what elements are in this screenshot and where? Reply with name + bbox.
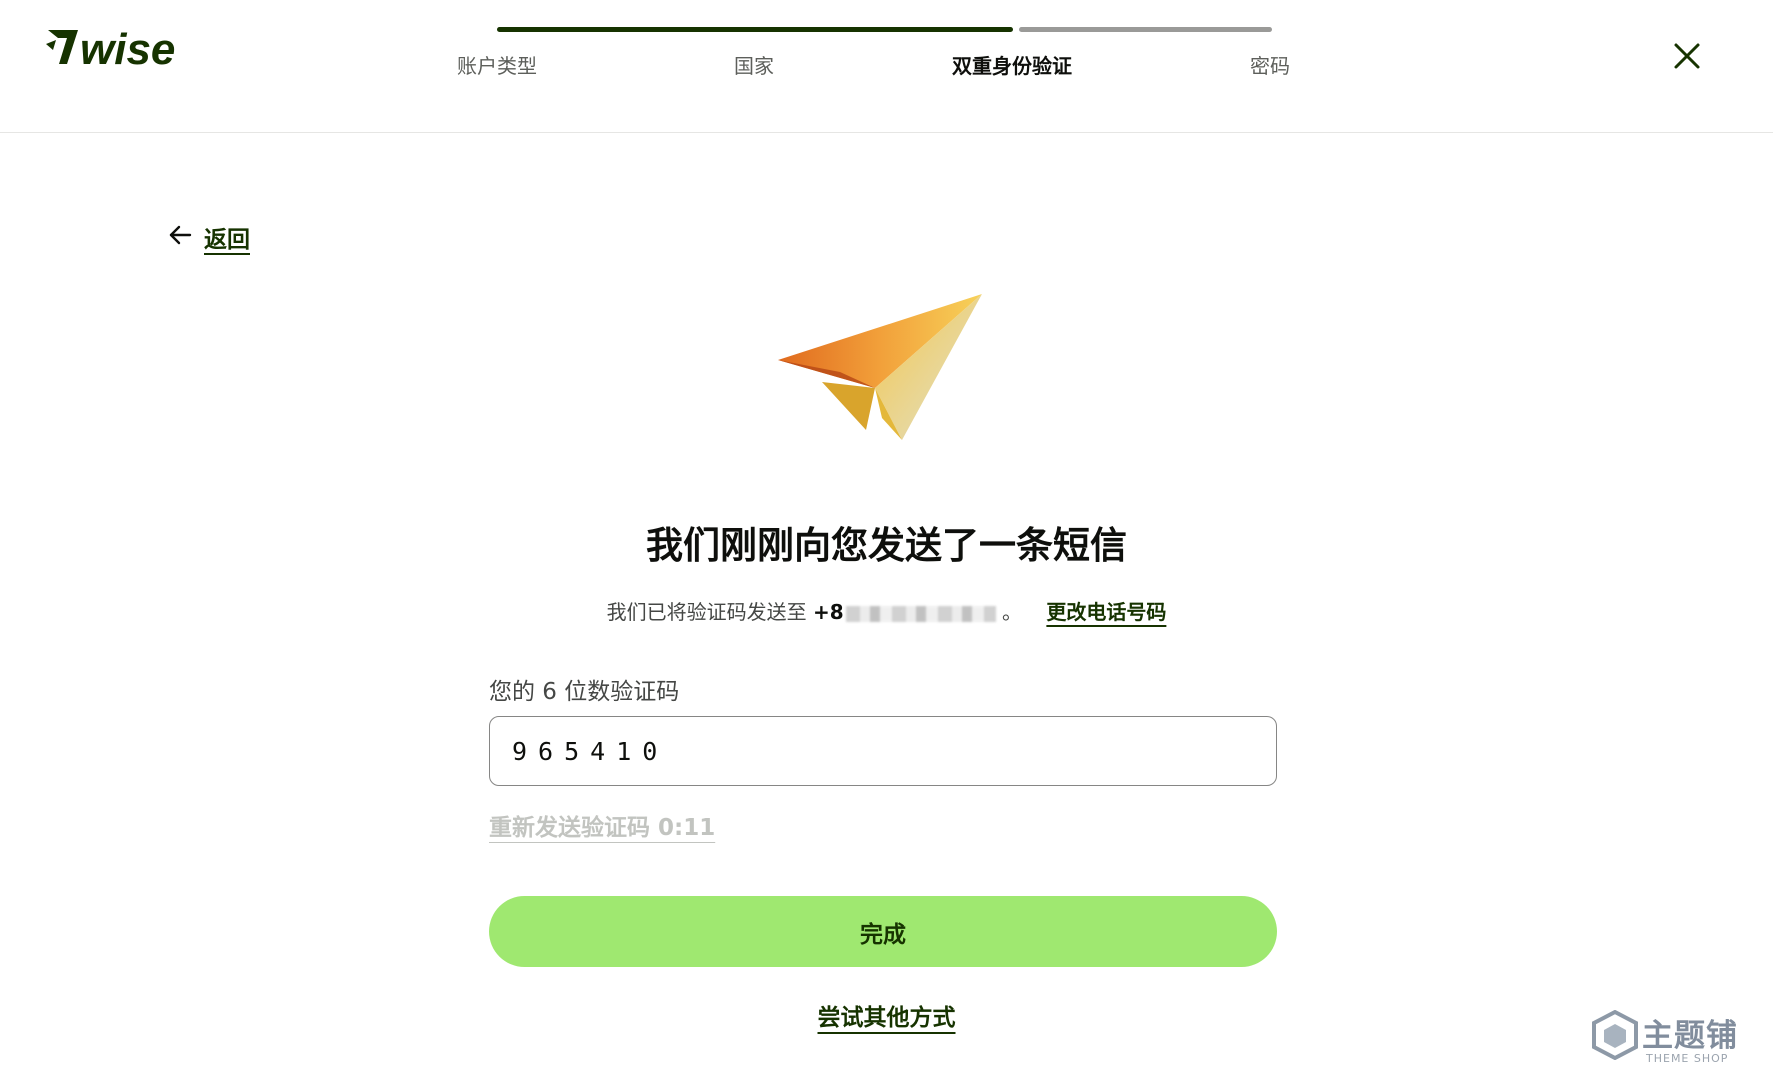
progress-bar	[497, 27, 1272, 32]
header: wise 账户类型 国家 双重身份验证 密码	[0, 0, 1773, 133]
phone-number: +8	[812, 600, 844, 624]
step-two-factor: 双重身份验证	[952, 54, 1072, 78]
page-title: 我们刚刚向您发送了一条短信	[646, 524, 1127, 567]
done-button[interactable]: 完成	[489, 896, 1277, 967]
paper-plane-illustration	[770, 290, 990, 445]
step-password: 密码	[1250, 54, 1290, 78]
wordmark-text: wise	[80, 25, 175, 70]
progress-complete	[497, 27, 1013, 32]
back-label: 返回	[204, 227, 250, 253]
other-method-row: 尝试其他方式	[0, 998, 1773, 1032]
back-link[interactable]: 返回	[168, 220, 250, 254]
watermark-cn: 主题铺	[1642, 1018, 1738, 1054]
sent-to-line: 我们已将验证码发送至 +8 。 更改电话号码	[0, 596, 1773, 625]
sent-text: 我们已将验证码发送至	[606, 600, 807, 624]
arrow-left-icon	[168, 224, 192, 250]
watermark-en: THEME SHOP	[1646, 1052, 1729, 1065]
verification-code-input[interactable]	[489, 716, 1277, 786]
progress-remaining	[1019, 27, 1272, 32]
phone-number-redacted	[845, 605, 996, 622]
resend-code-link[interactable]: 重新发送验证码 0:11	[489, 808, 715, 842]
change-phone-link[interactable]: 更改电话号码	[1046, 600, 1166, 624]
theme-shop-watermark: 主题铺 THEME SHOP	[1592, 1009, 1762, 1068]
sent-suffix: 。	[1002, 600, 1023, 624]
step-country: 国家	[734, 54, 774, 78]
close-icon[interactable]	[1667, 36, 1707, 76]
cube-logo-icon	[1592, 1009, 1638, 1061]
try-other-method-link[interactable]: 尝试其他方式	[818, 1005, 956, 1031]
step-account-type: 账户类型	[457, 54, 537, 78]
code-field-label: 您的 6 位数验证码	[489, 679, 680, 705]
wise-logo[interactable]: wise	[46, 24, 206, 74]
